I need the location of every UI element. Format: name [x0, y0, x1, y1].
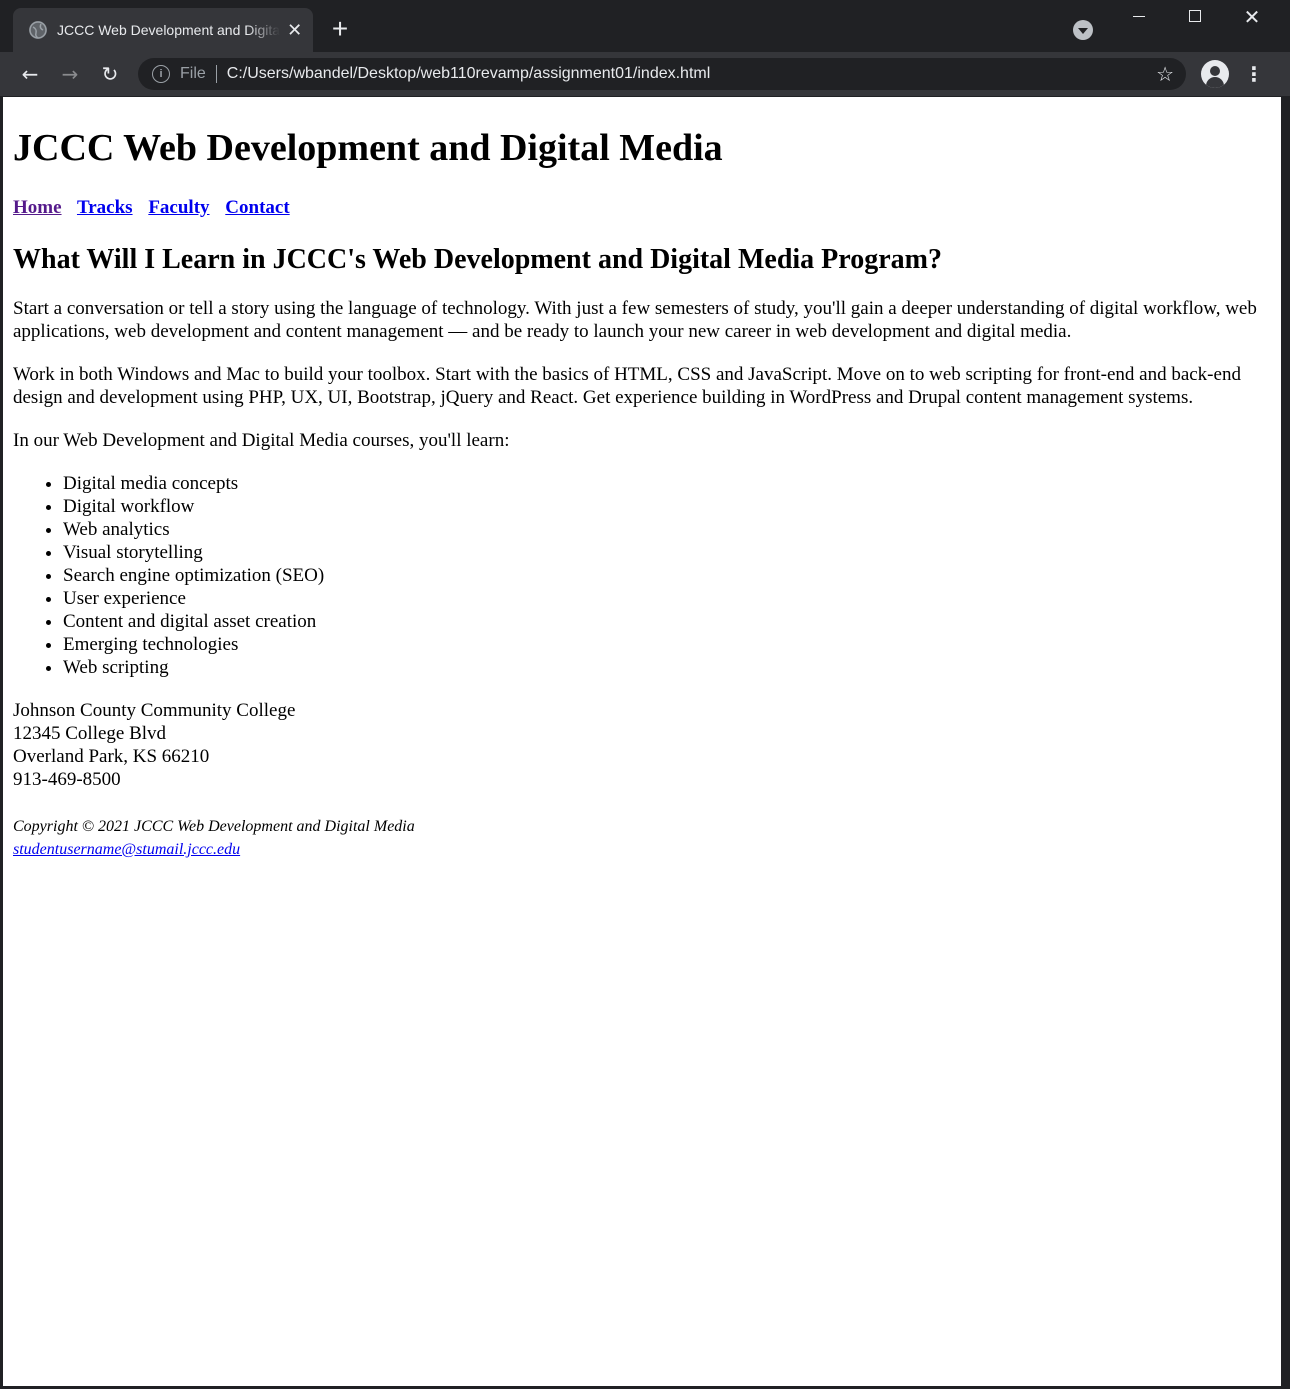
- reload-icon[interactable]: ↻: [95, 60, 125, 88]
- address-bar[interactable]: i File C:/Users/wbandel/Desktop/web110re…: [138, 58, 1186, 90]
- intro-paragraph: Start a conversation or tell a story usi…: [13, 298, 1257, 342]
- city-state-zip: Overland Park, KS 66210: [13, 746, 210, 767]
- profile-icon[interactable]: [1201, 60, 1229, 88]
- profile-head: [1210, 66, 1220, 76]
- college-name: Johnson County Community College: [13, 700, 296, 721]
- info-icon[interactable]: i: [152, 65, 170, 83]
- window-right-edge: [1281, 97, 1290, 1389]
- street-address: 12345 College Blvd: [13, 723, 167, 744]
- nav-link-contact[interactable]: Contact: [225, 197, 289, 218]
- globe-icon: [29, 21, 47, 39]
- url-text[interactable]: C:/Users/wbandel/Desktop/web110revamp/as…: [227, 65, 1156, 83]
- copyright-text: Copyright © 2021 JCCC Web Development an…: [13, 818, 415, 835]
- learn-intro: In our Web Development and Digital Media…: [13, 430, 510, 451]
- site-nav: Home Tracks Faculty Contact: [13, 196, 1271, 219]
- toolbox-paragraph: Work in both Windows and Mac to build yo…: [13, 364, 1241, 408]
- window-close-icon[interactable]: ✕: [1224, 0, 1280, 34]
- list-item: Content and digital asset creation: [63, 610, 1271, 633]
- page-title: JCCC Web Development and Digital Media: [13, 127, 723, 169]
- scheme-divider: [215, 65, 217, 83]
- section-heading: What Will I Learn in JCCC's Web Developm…: [13, 244, 942, 275]
- list-item: Visual storytelling: [63, 541, 1271, 564]
- tab-search-icon[interactable]: [1073, 20, 1093, 40]
- forward-arrow-icon[interactable]: →: [55, 60, 85, 88]
- topics-list: Digital media concepts Digital workflow …: [13, 472, 1271, 679]
- college-address: Johnson County Community College 12345 C…: [13, 699, 1271, 791]
- phone-number: 913-469-8500: [13, 769, 121, 790]
- list-item: Digital workflow: [63, 495, 1271, 518]
- back-arrow-icon[interactable]: ←: [15, 60, 45, 88]
- list-item: User experience: [63, 587, 1271, 610]
- page-viewport: JCCC Web Development and Digital Media H…: [3, 97, 1281, 1386]
- tab-title: JCCC Web Development and Digital Media: [57, 22, 281, 38]
- nav-link-home[interactable]: Home: [13, 197, 62, 218]
- nav-link-faculty[interactable]: Faculty: [148, 197, 209, 218]
- list-item: Search engine optimization (SEO): [63, 564, 1271, 587]
- list-item: Web scripting: [63, 656, 1271, 679]
- email-link[interactable]: studentusername@stumail.jccc.edu: [13, 841, 240, 858]
- page-body: JCCC Web Development and Digital Media H…: [3, 126, 1281, 861]
- page-footer: Copyright © 2021 JCCC Web Development an…: [13, 815, 1271, 861]
- star-icon[interactable]: ☆: [1156, 62, 1174, 86]
- browser-tab[interactable]: JCCC Web Development and Digital Media ✕: [13, 8, 313, 52]
- tab-strip: JCCC Web Development and Digital Media ✕…: [0, 0, 1290, 52]
- list-item: Emerging technologies: [63, 633, 1271, 656]
- list-item: Web analytics: [63, 518, 1271, 541]
- minimize-icon[interactable]: [1112, 0, 1168, 34]
- close-icon[interactable]: ✕: [286, 20, 303, 40]
- profile-body: [1206, 77, 1224, 88]
- kebab-menu-icon[interactable]: ⋮: [1244, 62, 1264, 86]
- nav-link-tracks[interactable]: Tracks: [77, 197, 133, 218]
- list-item: Digital media concepts: [63, 472, 1271, 495]
- plus-icon[interactable]: +: [326, 14, 354, 44]
- maximize-icon[interactable]: [1168, 0, 1224, 34]
- url-scheme: File: [180, 65, 206, 82]
